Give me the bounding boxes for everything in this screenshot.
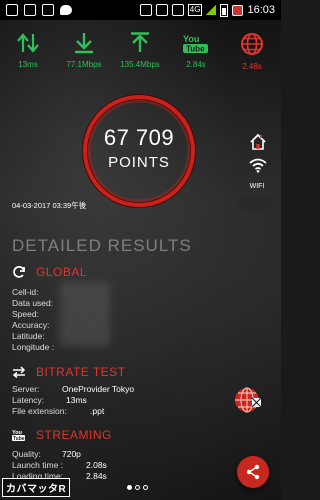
share-icon xyxy=(246,464,260,480)
score-ring: 67 709 POINTS xyxy=(80,92,198,210)
battery-icon xyxy=(220,3,229,17)
file-extension-value: .ppt xyxy=(90,406,105,416)
watermark-logo: カバマッタR xyxy=(2,478,71,497)
alarm-icon xyxy=(155,4,168,16)
quality-label: Quality: xyxy=(12,449,41,459)
svg-text:Tube: Tube xyxy=(186,45,205,54)
alert-icon xyxy=(232,4,244,16)
upload-arrow-icon xyxy=(131,32,149,52)
accuracy-label: Accuracy: xyxy=(12,320,50,330)
bitrate-section-header: BITRATE TEST xyxy=(12,365,126,379)
speed-label: Speed: xyxy=(12,309,39,319)
twitter-icon xyxy=(60,5,72,15)
network-type: 4G xyxy=(187,4,203,16)
metric-ping[interactable]: 13ms xyxy=(0,32,56,69)
page-indicator xyxy=(127,485,148,490)
global-section-header: GLOBAL xyxy=(12,265,87,279)
quality-value: 720p xyxy=(62,449,81,459)
ping-value: 13ms xyxy=(18,60,38,69)
transfer-arrows-icon xyxy=(12,366,26,378)
score-label: POINTS xyxy=(108,154,170,171)
file-extension-label: File extension: xyxy=(12,406,67,416)
status-bar: 4G 16:03 xyxy=(0,0,281,20)
youtube-value: 2.84s xyxy=(186,60,206,69)
web-globe-icon xyxy=(241,33,263,55)
longitude-label: Longitude : xyxy=(12,342,55,352)
launch-time-label: Launch time : xyxy=(12,460,64,470)
score-value: 67 709 xyxy=(103,125,175,150)
upload-value: 135.4Mbps xyxy=(120,60,160,69)
bitrate-title: BITRATE TEST xyxy=(36,365,126,379)
metric-upload[interactable]: 135.4Mbps xyxy=(112,32,168,69)
latitude-label: Latitude: xyxy=(12,331,45,341)
global-title: GLOBAL xyxy=(36,265,88,279)
metric-download[interactable]: 77.1Mbps xyxy=(56,32,112,69)
web-value: 2.48s xyxy=(242,62,262,71)
streaming-title: STREAMING xyxy=(36,428,112,442)
detailed-results-heading: DETAILED RESULTS xyxy=(12,236,192,255)
ping-arrows-icon xyxy=(17,33,39,53)
ring-graphic xyxy=(82,94,196,208)
wifi-icon xyxy=(249,158,267,173)
home-icon[interactable] xyxy=(248,132,268,152)
share-button[interactable] xyxy=(237,456,269,488)
download-arrow-icon xyxy=(75,33,93,54)
page-dot[interactable] xyxy=(143,485,148,490)
latency-value: 13ms xyxy=(66,395,87,405)
redacted-network-name xyxy=(240,197,272,209)
clock: 16:03 xyxy=(247,4,275,16)
metrics-row: 13ms 77.1Mbps 135.4Mbps You Tube 2.84s 2… xyxy=(0,32,281,82)
streaming-section-header: You Tube STREAMING xyxy=(12,428,112,442)
youtube-small-icon: You Tube xyxy=(12,430,25,442)
latency-label: Latency: xyxy=(12,395,45,405)
signal-icon xyxy=(206,5,217,15)
refresh-icon xyxy=(13,266,25,278)
download-value: 77.1Mbps xyxy=(66,60,102,69)
no-sound-icon xyxy=(139,4,152,16)
svg-text:Tube: Tube xyxy=(13,436,25,442)
youtube-icon: You Tube xyxy=(183,34,208,54)
metric-youtube[interactable]: You Tube 2.84s xyxy=(168,32,224,69)
message-icon xyxy=(42,4,54,16)
data-used-label: Data used: xyxy=(12,298,54,308)
loading-time-value: 2.84s xyxy=(86,471,107,481)
svg-text:You: You xyxy=(183,34,199,44)
wifi-label: WIFI xyxy=(249,183,265,190)
server-value: OneProvider Tokyo xyxy=(62,384,135,394)
launch-time-value: 2.08s xyxy=(86,460,107,470)
redacted-location-values xyxy=(60,282,110,346)
metric-web[interactable]: 2.48s xyxy=(224,32,280,71)
page-dot[interactable] xyxy=(135,485,140,490)
server-label: Server: xyxy=(12,384,40,394)
page-dot[interactable] xyxy=(127,485,132,490)
image-icon xyxy=(24,4,36,16)
cell-id-label: Cell-id: xyxy=(12,287,39,297)
vibrate-icon xyxy=(171,4,184,16)
test-timestamp: 04-03-2017 03:39午後 xyxy=(12,201,87,210)
server-globe-icon[interactable] xyxy=(231,384,263,416)
mail-icon xyxy=(6,4,18,16)
